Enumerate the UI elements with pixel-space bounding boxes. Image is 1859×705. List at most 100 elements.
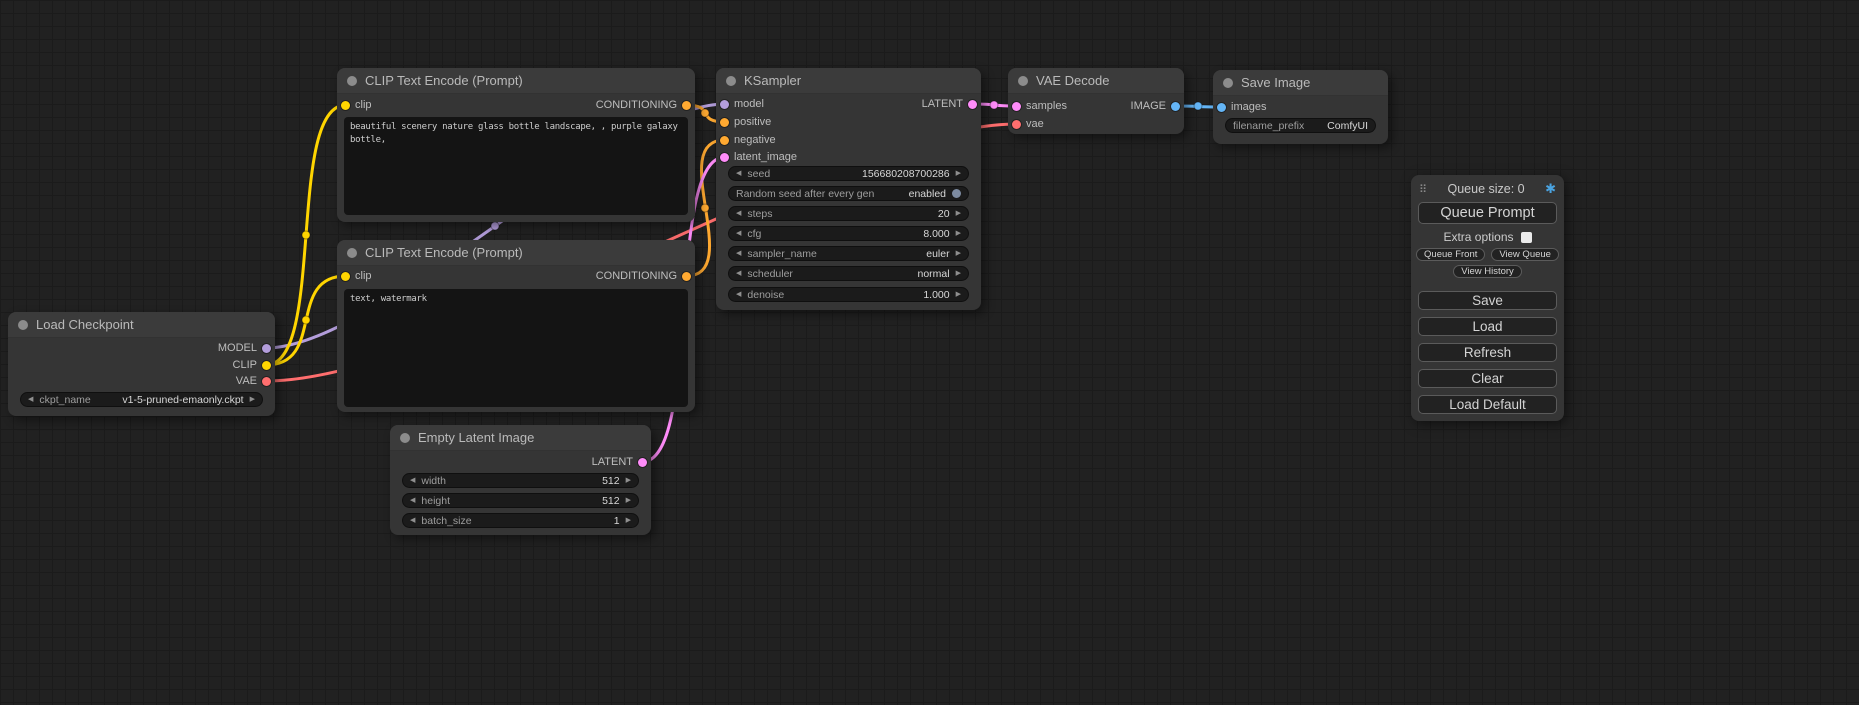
slot-dot-latent[interactable]: [968, 100, 977, 109]
load-default-button[interactable]: Load Default: [1418, 395, 1557, 414]
node-clip-text-encode-negative[interactable]: CLIP Text Encode (Prompt) clip CONDITION…: [337, 240, 695, 412]
output-slot-image[interactable]: IMAGE: [1131, 99, 1180, 113]
arrow-left-icon[interactable]: ◀: [736, 270, 741, 277]
node-title-bar[interactable]: CLIP Text Encode (Prompt): [337, 240, 695, 266]
collapse-dot-icon[interactable]: [1018, 76, 1028, 86]
node-title-bar[interactable]: KSampler: [716, 68, 981, 94]
input-slot-negative[interactable]: negative: [720, 133, 776, 147]
prompt-textarea[interactable]: beautiful scenery nature glass bottle la…: [344, 117, 688, 215]
slot-dot-model[interactable]: [720, 100, 729, 109]
slot-dot-conditioning[interactable]: [720, 136, 729, 145]
output-slot-vae[interactable]: VAE: [236, 374, 271, 388]
refresh-button[interactable]: Refresh: [1418, 343, 1557, 362]
output-slot-clip[interactable]: CLIP: [233, 358, 271, 372]
node-load-checkpoint[interactable]: Load Checkpoint MODEL CLIP VAE ◀ ckpt_na…: [8, 312, 275, 416]
widget-batch-size[interactable]: ◀ batch_size 1 ▶: [402, 513, 639, 528]
node-ksampler[interactable]: KSampler model positive negative latent_…: [716, 68, 981, 310]
view-history-button[interactable]: View History: [1453, 265, 1522, 278]
arrow-left-icon[interactable]: ◀: [736, 250, 741, 257]
arrow-right-icon[interactable]: ▶: [956, 291, 961, 298]
node-clip-text-encode-positive[interactable]: CLIP Text Encode (Prompt) clip CONDITION…: [337, 68, 695, 222]
input-slot-model[interactable]: model: [720, 97, 764, 111]
input-slot-latent-image[interactable]: latent_image: [720, 150, 797, 164]
slot-dot-clip[interactable]: [262, 361, 271, 370]
arrow-right-icon[interactable]: ▶: [956, 170, 961, 177]
node-save-image[interactable]: Save Image images filename_prefix ComfyU…: [1213, 70, 1388, 144]
slot-dot-latent[interactable]: [1012, 102, 1021, 111]
slot-dot-clip[interactable]: [341, 272, 350, 281]
node-title-bar[interactable]: Save Image: [1213, 70, 1388, 96]
slot-dot-image[interactable]: [1171, 102, 1180, 111]
node-title-bar[interactable]: CLIP Text Encode (Prompt): [337, 68, 695, 94]
arrow-left-icon[interactable]: ◀: [736, 291, 741, 298]
arrow-right-icon[interactable]: ▶: [626, 477, 631, 484]
input-slot-positive[interactable]: positive: [720, 115, 771, 129]
node-empty-latent-image[interactable]: Empty Latent Image LATENT ◀ width 512 ▶ …: [390, 425, 651, 535]
widget-scheduler[interactable]: ◀ scheduler normal ▶: [728, 266, 969, 281]
slot-dot-image[interactable]: [1217, 103, 1226, 112]
slot-dot-latent[interactable]: [720, 153, 729, 162]
arrow-right-icon[interactable]: ▶: [956, 210, 961, 217]
arrow-right-icon[interactable]: ▶: [956, 230, 961, 237]
slot-dot-model[interactable]: [262, 344, 271, 353]
view-queue-button[interactable]: View Queue: [1491, 248, 1559, 261]
load-button[interactable]: Load: [1418, 317, 1557, 336]
widget-filename-prefix[interactable]: filename_prefix ComfyUI: [1225, 118, 1376, 133]
output-slot-conditioning[interactable]: CONDITIONING: [596, 98, 691, 112]
slot-dot-vae[interactable]: [262, 377, 271, 386]
output-slot-latent[interactable]: LATENT: [922, 97, 977, 111]
node-vae-decode[interactable]: VAE Decode samples vae IMAGE: [1008, 68, 1184, 134]
input-slot-images[interactable]: images: [1217, 100, 1266, 114]
collapse-dot-icon[interactable]: [347, 76, 357, 86]
settings-gear-icon[interactable]: ✱: [1545, 181, 1556, 197]
prompt-textarea[interactable]: text, watermark: [344, 289, 688, 407]
node-title-bar[interactable]: Empty Latent Image: [390, 425, 651, 451]
slot-dot-conditioning[interactable]: [682, 272, 691, 281]
widget-random-seed-toggle[interactable]: Random seed after every gen enabled: [728, 186, 969, 201]
arrow-right-icon[interactable]: ▶: [626, 497, 631, 504]
collapse-dot-icon[interactable]: [1223, 78, 1233, 88]
widget-cfg[interactable]: ◀ cfg 8.000 ▶: [728, 226, 969, 241]
clear-button[interactable]: Clear: [1418, 369, 1557, 388]
slot-dot-conditioning[interactable]: [720, 118, 729, 127]
arrow-left-icon[interactable]: ◀: [410, 517, 415, 524]
graph-canvas[interactable]: Load Checkpoint MODEL CLIP VAE ◀ ckpt_na…: [0, 0, 1859, 705]
arrow-right-icon[interactable]: ▶: [626, 517, 631, 524]
arrow-left-icon[interactable]: ◀: [410, 477, 415, 484]
output-slot-latent[interactable]: LATENT: [592, 455, 647, 469]
queue-prompt-button[interactable]: Queue Prompt: [1418, 202, 1557, 224]
widget-sampler-name[interactable]: ◀ sampler_name euler ▶: [728, 246, 969, 261]
slot-dot-clip[interactable]: [341, 101, 350, 110]
widget-denoise[interactable]: ◀ denoise 1.000 ▶: [728, 287, 969, 302]
toggle-dot-icon[interactable]: [952, 189, 961, 198]
input-slot-clip[interactable]: clip: [341, 269, 372, 283]
arrow-left-icon[interactable]: ◀: [736, 210, 741, 217]
widget-steps[interactable]: ◀ steps 20 ▶: [728, 206, 969, 221]
arrow-right-icon[interactable]: ▶: [956, 250, 961, 257]
node-title-bar[interactable]: VAE Decode: [1008, 68, 1184, 94]
node-title-bar[interactable]: Load Checkpoint: [8, 312, 275, 338]
slot-dot-conditioning[interactable]: [682, 101, 691, 110]
widget-seed[interactable]: ◀ seed 156680208700286 ▶: [728, 166, 969, 181]
collapse-dot-icon[interactable]: [726, 76, 736, 86]
output-slot-model[interactable]: MODEL: [218, 341, 271, 355]
input-slot-clip[interactable]: clip: [341, 98, 372, 112]
collapse-dot-icon[interactable]: [400, 433, 410, 443]
output-slot-conditioning[interactable]: CONDITIONING: [596, 269, 691, 283]
widget-width[interactable]: ◀ width 512 ▶: [402, 473, 639, 488]
extra-options-checkbox[interactable]: [1521, 232, 1532, 243]
input-slot-vae[interactable]: vae: [1012, 117, 1044, 131]
input-slot-samples[interactable]: samples: [1012, 99, 1067, 113]
arrow-right-icon[interactable]: ▶: [956, 270, 961, 277]
slot-dot-latent[interactable]: [638, 458, 647, 467]
collapse-dot-icon[interactable]: [18, 320, 28, 330]
widget-ckpt-name[interactable]: ◀ ckpt_name v1-5-pruned-emaonly.ckpt ▶: [20, 392, 263, 407]
drag-handle-icon[interactable]: ⠿: [1419, 183, 1427, 196]
arrow-right-icon[interactable]: ▶: [250, 396, 255, 403]
collapse-dot-icon[interactable]: [347, 248, 357, 258]
arrow-left-icon[interactable]: ◀: [410, 497, 415, 504]
queue-front-button[interactable]: Queue Front: [1416, 248, 1485, 261]
save-button[interactable]: Save: [1418, 291, 1557, 310]
widget-height[interactable]: ◀ height 512 ▶: [402, 493, 639, 508]
arrow-left-icon[interactable]: ◀: [736, 170, 741, 177]
